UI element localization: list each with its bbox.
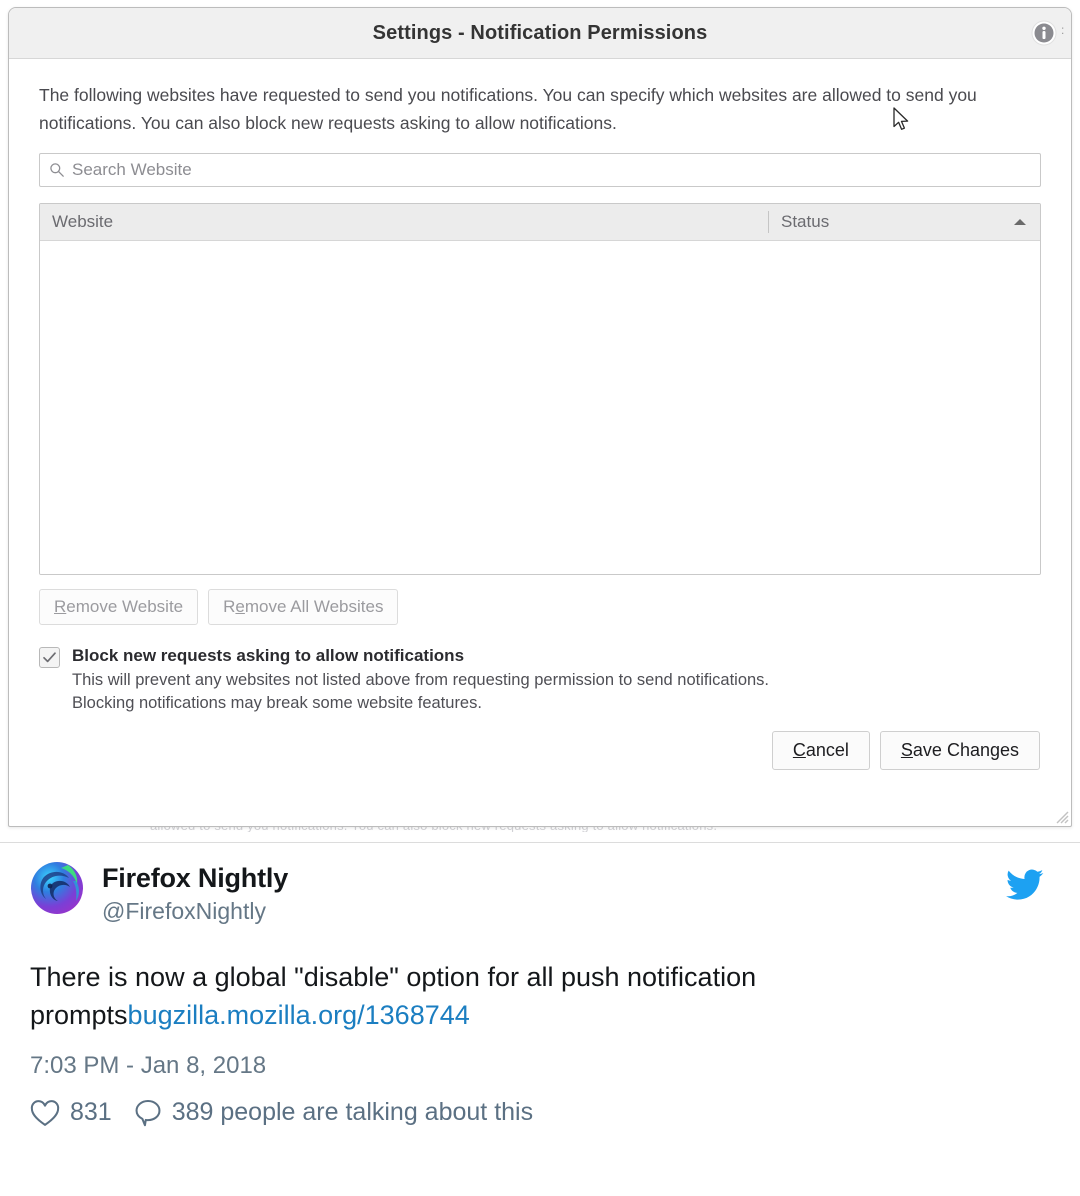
permissions-list-body[interactable]: [40, 241, 1040, 574]
dialog-body: The following websites have requested to…: [9, 59, 1071, 770]
display-name[interactable]: Firefox Nightly: [102, 863, 288, 895]
like-count: 831: [70, 1098, 112, 1127]
dialog-title: Settings - Notification Permissions: [372, 21, 708, 44]
search-website-field[interactable]: [39, 153, 1041, 187]
like-stat[interactable]: 831: [30, 1098, 112, 1127]
remove-all-websites-button[interactable]: Remove All Websites: [208, 589, 399, 625]
permissions-list-header: Website Status: [40, 204, 1040, 241]
block-new-requests-option[interactable]: Block new requests asking to allow notif…: [39, 645, 1041, 715]
block-new-requests-label: Block new requests asking to allow notif…: [72, 645, 465, 665]
twitter-bird-icon[interactable]: [1006, 869, 1044, 901]
save-changes-label: ave Changes: [912, 740, 1019, 761]
tweet-text: There is now a global "disable" option f…: [30, 958, 1040, 1035]
cancel-label: ancel: [805, 740, 849, 761]
tweet-card: Firefox Nightly @FirefoxNightly There is…: [0, 842, 1080, 1128]
permissions-list[interactable]: Website Status: [39, 203, 1041, 575]
remove-all-prefix: R: [223, 597, 236, 616]
save-changes-button[interactable]: Save Changes: [879, 731, 1040, 770]
cancel-accel: C: [792, 740, 806, 761]
cancel-button[interactable]: Cancel: [771, 731, 870, 770]
block-new-requests-checkbox[interactable]: [39, 646, 60, 668]
save-changes-accel: S: [900, 740, 913, 761]
column-header-website[interactable]: Website: [40, 212, 768, 232]
remove-website-button[interactable]: Remove Website: [39, 589, 199, 625]
avatar[interactable]: [30, 861, 84, 915]
remove-website-accel: R: [54, 597, 67, 616]
reply-stat[interactable]: 389 people are talking about this: [134, 1098, 533, 1127]
remove-all-label: move All Websites: [244, 597, 384, 616]
dialog-footer: Cancel Save Changes: [39, 731, 1041, 770]
handle[interactable]: @FirefoxNightly: [102, 897, 288, 926]
tweet-timestamp[interactable]: 7:03 PM - Jan 8, 2018: [30, 1052, 1050, 1080]
sort-ascending-icon[interactable]: [1014, 219, 1026, 225]
dialog-resize-grip[interactable]: [1053, 808, 1069, 824]
search-input[interactable]: [39, 153, 1041, 187]
column-header-status-label: Status: [781, 212, 830, 231]
tweet-stats: 831 389 people are talking about this: [30, 1098, 1050, 1127]
dialog-description: The following websites have requested to…: [39, 85, 977, 133]
reply-text: 389 people are talking about this: [171, 1098, 534, 1127]
block-new-requests-description-2: Blocking notifications may break some we…: [72, 694, 482, 713]
block-new-requests-texts: Block new requests asking to allow notif…: [72, 645, 1041, 715]
heart-icon: [30, 1099, 60, 1126]
tweet-header: Firefox Nightly @FirefoxNightly: [30, 861, 1050, 926]
list-action-buttons: Remove Website Remove All Websites: [39, 589, 1041, 625]
dialog-titlebar: Settings - Notification Permissions :: [9, 8, 1071, 59]
column-header-status[interactable]: Status: [769, 212, 1040, 232]
info-icon[interactable]: [1031, 20, 1057, 46]
reply-icon: [135, 1099, 161, 1127]
notification-permissions-dialog: Settings - Notification Permissions : Th…: [8, 7, 1072, 827]
remove-all-accel: e: [235, 597, 245, 616]
tweet-link[interactable]: bugzilla.mozilla.org/1368744: [128, 1000, 470, 1030]
titlebar-edge-clip: :: [1061, 24, 1065, 37]
remove-website-label: emove Website: [66, 597, 184, 616]
block-new-requests-description-1: This will prevent any websites not liste…: [72, 671, 770, 690]
tweet-author: Firefox Nightly @FirefoxNightly: [102, 861, 288, 926]
